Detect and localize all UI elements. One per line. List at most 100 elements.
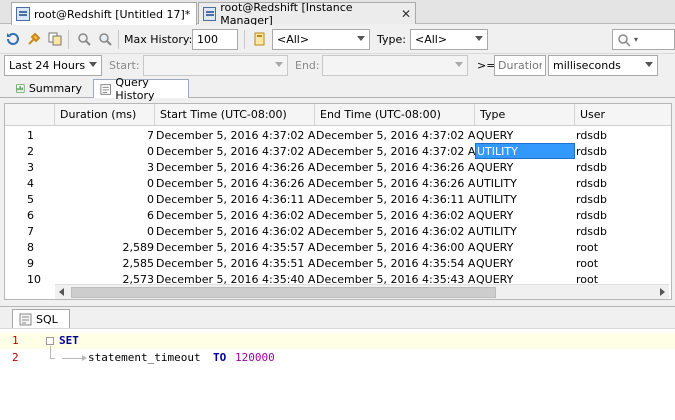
cell-start-time[interactable]: December 5, 2016 4:37:02 A...: [155, 127, 315, 143]
instance-manager-icon: [203, 6, 217, 21]
cell-start-time[interactable]: December 5, 2016 4:36:02 A...: [155, 223, 315, 239]
sql-identifier: statement_timeout: [88, 351, 201, 364]
cell-user[interactable]: rdsdb: [575, 207, 671, 223]
start-datetime-select[interactable]: [143, 55, 288, 76]
cell-duration[interactable]: 6: [55, 207, 155, 223]
cell-end-time[interactable]: December 5, 2016 4:36:00 A...: [315, 239, 475, 255]
toolbar: Max History: 100 <All> Type: <All> ▾: [0, 25, 675, 54]
search-dropdown-icon: ▾: [634, 35, 639, 44]
cell-end-time[interactable]: December 5, 2016 4:35:54 A...: [315, 255, 475, 271]
end-label: End:: [295, 59, 320, 72]
cell-duration[interactable]: 2,585: [55, 255, 155, 271]
cell-start-time[interactable]: December 5, 2016 4:36:11 A...: [155, 191, 315, 207]
sql-editor[interactable]: 1 2 SET statement_timeout TO 120000: [0, 328, 675, 420]
cell-start-time[interactable]: December 5, 2016 4:35:57 A...: [155, 239, 315, 255]
cell-type[interactable]: QUERY: [475, 207, 575, 223]
row-number: 1: [27, 128, 34, 142]
sql-icon: [19, 313, 32, 326]
filter-icon[interactable]: [76, 31, 92, 47]
cell-user[interactable]: rdsdb: [575, 159, 671, 175]
search-input[interactable]: ▾: [612, 29, 675, 50]
cell-user[interactable]: rdsdb: [575, 223, 671, 239]
scroll-right-icon[interactable]: [660, 288, 665, 296]
chevron-down-icon: [357, 36, 365, 41]
cell-type[interactable]: QUERY: [475, 159, 575, 175]
scroll-left-icon[interactable]: [59, 288, 64, 296]
row-number: 9: [27, 256, 34, 270]
column-header-type[interactable]: Type: [475, 104, 575, 126]
scroll-thumb[interactable]: [71, 287, 496, 298]
cell-type[interactable]: QUERY: [475, 239, 575, 255]
cell-start-time[interactable]: December 5, 2016 4:36:02 A...: [155, 207, 315, 223]
refresh-icon[interactable]: [5, 31, 21, 47]
cell-end-time[interactable]: December 5, 2016 4:37:02 A...: [315, 127, 475, 143]
sql-tab-bar: SQL: [0, 306, 675, 329]
fold-toggle-icon[interactable]: [46, 337, 54, 345]
end-datetime-select[interactable]: [322, 55, 468, 76]
horizontal-scrollbar[interactable]: [55, 284, 669, 299]
disconnect-icon[interactable]: [26, 31, 42, 47]
cell-end-time[interactable]: December 5, 2016 4:37:02 A...: [315, 143, 475, 159]
cell-duration[interactable]: 0: [55, 175, 155, 191]
line-number: 2: [12, 351, 19, 364]
row-number: 4: [27, 176, 34, 190]
summary-icon: [16, 84, 25, 93]
close-tab-icon[interactable]: ✕: [401, 7, 411, 21]
copy-icon[interactable]: [47, 31, 63, 47]
max-history-input[interactable]: 100: [192, 29, 238, 50]
column-header-user[interactable]: User: [575, 104, 671, 126]
cell-user[interactable]: rdsdb: [575, 175, 671, 191]
current-line-highlight: [0, 333, 675, 349]
greater-equal-label: >=: [477, 59, 496, 72]
column-header-start-time[interactable]: Start Time (UTC-08:00): [155, 104, 315, 126]
cell-end-time[interactable]: December 5, 2016 4:36:02 A...: [315, 223, 475, 239]
cell-start-time[interactable]: December 5, 2016 4:36:26 A...: [155, 175, 315, 191]
cell-duration[interactable]: 0: [55, 223, 155, 239]
cell-type[interactable]: UTILITY: [475, 175, 575, 191]
cell-end-time[interactable]: December 5, 2016 4:36:26 A...: [315, 175, 475, 191]
cell-type[interactable]: QUERY: [475, 255, 575, 271]
cell-duration[interactable]: 7: [55, 127, 155, 143]
duration-input[interactable]: [494, 55, 546, 76]
cell-type[interactable]: UTILITY: [475, 143, 575, 159]
cell-user[interactable]: rdsdb: [575, 143, 671, 159]
cell-user[interactable]: rdsdb: [575, 191, 671, 207]
cell-duration[interactable]: 2,589: [55, 239, 155, 255]
editor-tab-untitled[interactable]: root@Redshift [Untitled 17]*: [11, 2, 197, 25]
row-number: 6: [27, 208, 34, 222]
row-number: 8: [27, 240, 34, 254]
cell-end-time[interactable]: December 5, 2016 4:36:11 A...: [315, 191, 475, 207]
chevron-down-icon: [89, 62, 97, 67]
toolbar-separator: [68, 30, 69, 49]
cell-duration[interactable]: 3: [55, 159, 155, 175]
connection-select[interactable]: <All>: [272, 29, 370, 50]
cell-user[interactable]: root: [575, 239, 671, 255]
cell-user[interactable]: root: [575, 255, 671, 271]
cell-end-time[interactable]: December 5, 2016 4:36:26 A...: [315, 159, 475, 175]
cell-duration[interactable]: 0: [55, 143, 155, 159]
column-header-duration[interactable]: Duration (ms): [55, 104, 155, 126]
sql-keyword: TO: [213, 351, 227, 364]
column-header-end-time[interactable]: End Time (UTC-08:00): [315, 104, 475, 126]
fold-guide: [50, 346, 51, 358]
find-icon[interactable]: [97, 31, 113, 47]
cell-start-time[interactable]: December 5, 2016 4:37:02 A...: [155, 143, 315, 159]
tab-sql[interactable]: SQL: [12, 309, 70, 329]
unit-select[interactable]: milliseconds: [548, 55, 658, 76]
cell-type[interactable]: QUERY: [475, 127, 575, 143]
cell-start-time[interactable]: December 5, 2016 4:36:26 A...: [155, 159, 315, 175]
type-select[interactable]: <All>: [410, 29, 488, 50]
time-range-select[interactable]: Last 24 Hours: [4, 55, 102, 76]
cell-duration[interactable]: 0: [55, 191, 155, 207]
cell-user[interactable]: rdsdb: [575, 127, 671, 143]
cell-type[interactable]: UTILITY: [475, 223, 575, 239]
editor-tab-label: root@Redshift [Untitled 17]*: [34, 7, 191, 21]
cell-start-time[interactable]: December 5, 2016 4:35:51 A...: [155, 255, 315, 271]
tab-query-history[interactable]: Query History: [93, 76, 189, 102]
tab-summary[interactable]: Summary: [9, 79, 89, 98]
cell-end-time[interactable]: December 5, 2016 4:36:02 A...: [315, 207, 475, 223]
cell-type[interactable]: UTILITY: [475, 191, 575, 207]
row-number-header: [5, 104, 55, 126]
editor-tab-instance-manager[interactable]: root@Redshift [Instance Manager] ✕: [198, 1, 416, 27]
view-tab-bar: Summary Query History: [0, 76, 675, 102]
